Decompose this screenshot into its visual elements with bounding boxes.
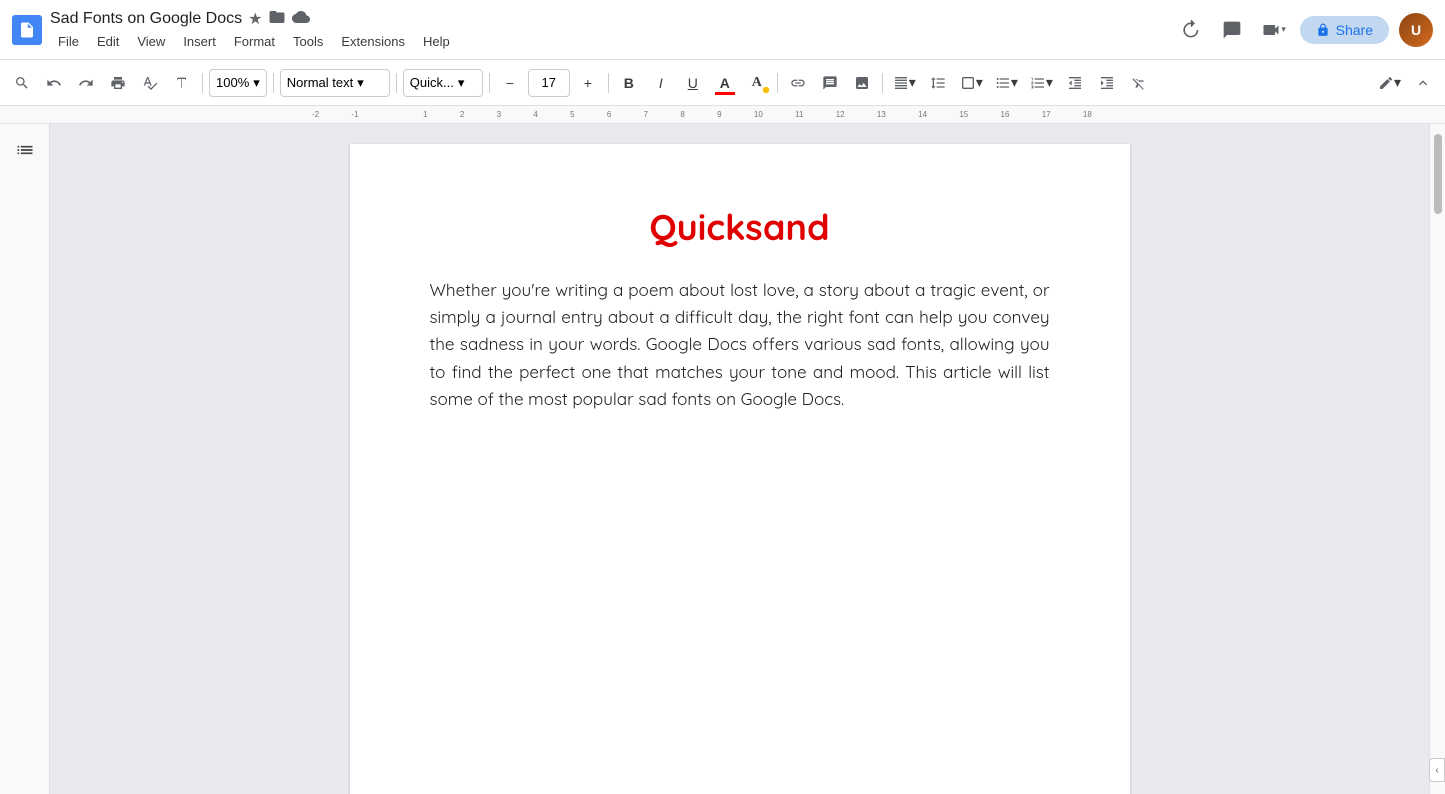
separator-3 <box>396 73 397 93</box>
align-button[interactable]: ▾ <box>889 69 920 97</box>
text-style-select[interactable]: Normal text ▾ <box>280 69 390 97</box>
font-size-input[interactable]: 17 <box>528 69 570 97</box>
ruler-scale: -2 -1 1 2 3 4 5 6 7 8 9 10 11 12 13 14 1… <box>312 110 1092 119</box>
menu-tools[interactable]: Tools <box>285 32 331 51</box>
share-button[interactable]: Share <box>1300 16 1389 44</box>
numbered-list-button[interactable]: ▾ <box>1026 69 1057 97</box>
bold-button[interactable]: B <box>615 69 643 97</box>
separator-2 <box>273 73 274 93</box>
undo-button[interactable] <box>40 69 68 97</box>
share-label: Share <box>1336 22 1373 38</box>
checklist-button[interactable]: ▾ <box>956 69 987 97</box>
menu-insert[interactable]: Insert <box>175 32 224 51</box>
menu-format[interactable]: Format <box>226 32 283 51</box>
menu-help[interactable]: Help <box>415 32 458 51</box>
separator-1 <box>202 73 203 93</box>
highlight-button[interactable]: A <box>743 69 771 97</box>
doc-title[interactable]: Sad Fonts on Google Docs <box>50 10 242 28</box>
scrollbar-thumb[interactable] <box>1434 134 1442 214</box>
menu-view[interactable]: View <box>129 32 173 51</box>
document-area[interactable]: Quicksand Whether you're writing a poem … <box>50 124 1429 794</box>
toolbar: 100% ▾ Normal text ▾ Quick... ▾ − 17 + B… <box>0 60 1445 106</box>
folder-icon[interactable] <box>268 8 286 30</box>
paintformat-button[interactable] <box>168 69 196 97</box>
star-icon[interactable]: ★ <box>248 9 262 29</box>
link-button[interactable] <box>784 69 812 97</box>
toolbar-right: ▾ <box>1374 69 1437 97</box>
menu-edit[interactable]: Edit <box>89 32 127 51</box>
cloud-icon <box>292 8 310 30</box>
zoom-chevron: ▾ <box>253 75 260 91</box>
doc-icon <box>12 15 42 45</box>
ruler: -2 -1 1 2 3 4 5 6 7 8 9 10 11 12 13 14 1… <box>0 106 1445 124</box>
menu-file[interactable]: File <box>50 32 87 51</box>
title-bar: Sad Fonts on Google Docs ★ File Edit Vie… <box>0 0 1445 60</box>
print-button[interactable] <box>104 69 132 97</box>
user-avatar[interactable]: U <box>1399 13 1433 47</box>
menu-extensions[interactable]: Extensions <box>333 32 413 51</box>
sidebar <box>0 124 50 794</box>
text-color-label: A <box>720 75 730 91</box>
title-actions: ▾ Share U <box>1174 13 1433 47</box>
italic-button[interactable]: I <box>647 69 675 97</box>
document-body[interactable]: Whether you're writing a poem about lost… <box>430 277 1050 413</box>
decrease-indent-button[interactable] <box>1061 69 1089 97</box>
collapse-button[interactable]: ‹ <box>1429 758 1445 782</box>
text-style-label: Normal text <box>287 75 353 90</box>
font-select[interactable]: Quick... ▾ <box>403 69 483 97</box>
spellcheck-button[interactable] <box>136 69 164 97</box>
redo-button[interactable] <box>72 69 100 97</box>
font-label: Quick... <box>410 75 454 90</box>
decrease-font-button[interactable]: − <box>496 69 524 97</box>
clear-format-button[interactable] <box>1125 69 1153 97</box>
underline-button[interactable]: U <box>679 69 707 97</box>
document-heading: Quicksand <box>430 204 1050 249</box>
expand-button[interactable] <box>1409 69 1437 97</box>
separator-4 <box>489 73 490 93</box>
increase-indent-button[interactable] <box>1093 69 1121 97</box>
menu-bar: File Edit View Insert Format Tools Exten… <box>50 32 1166 51</box>
right-scrollbar-panel <box>1429 124 1445 794</box>
document-page[interactable]: Quicksand Whether you're writing a poem … <box>350 144 1130 794</box>
insert-image-button[interactable] <box>848 69 876 97</box>
separator-6 <box>777 73 778 93</box>
increase-font-button[interactable]: + <box>574 69 602 97</box>
font-chevron: ▾ <box>458 75 465 91</box>
separator-5 <box>608 73 609 93</box>
outline-button[interactable] <box>11 136 39 164</box>
text-color-button[interactable]: A <box>711 69 739 97</box>
pencil-mode-button[interactable]: ▾ <box>1374 69 1405 97</box>
separator-7 <box>882 73 883 93</box>
title-section: Sad Fonts on Google Docs ★ File Edit Vie… <box>50 8 1166 51</box>
search-button[interactable] <box>8 69 36 97</box>
style-chevron: ▾ <box>357 75 364 91</box>
history-button[interactable] <box>1174 14 1206 46</box>
video-button[interactable]: ▾ <box>1258 14 1290 46</box>
comment-button[interactable] <box>1216 14 1248 46</box>
main-area: Quicksand Whether you're writing a poem … <box>0 124 1445 794</box>
bullet-list-button[interactable]: ▾ <box>991 69 1022 97</box>
text-color-bar <box>715 92 735 95</box>
line-spacing-button[interactable] <box>924 69 952 97</box>
zoom-select[interactable]: 100% ▾ <box>209 69 267 97</box>
insert-comment-button[interactable] <box>816 69 844 97</box>
